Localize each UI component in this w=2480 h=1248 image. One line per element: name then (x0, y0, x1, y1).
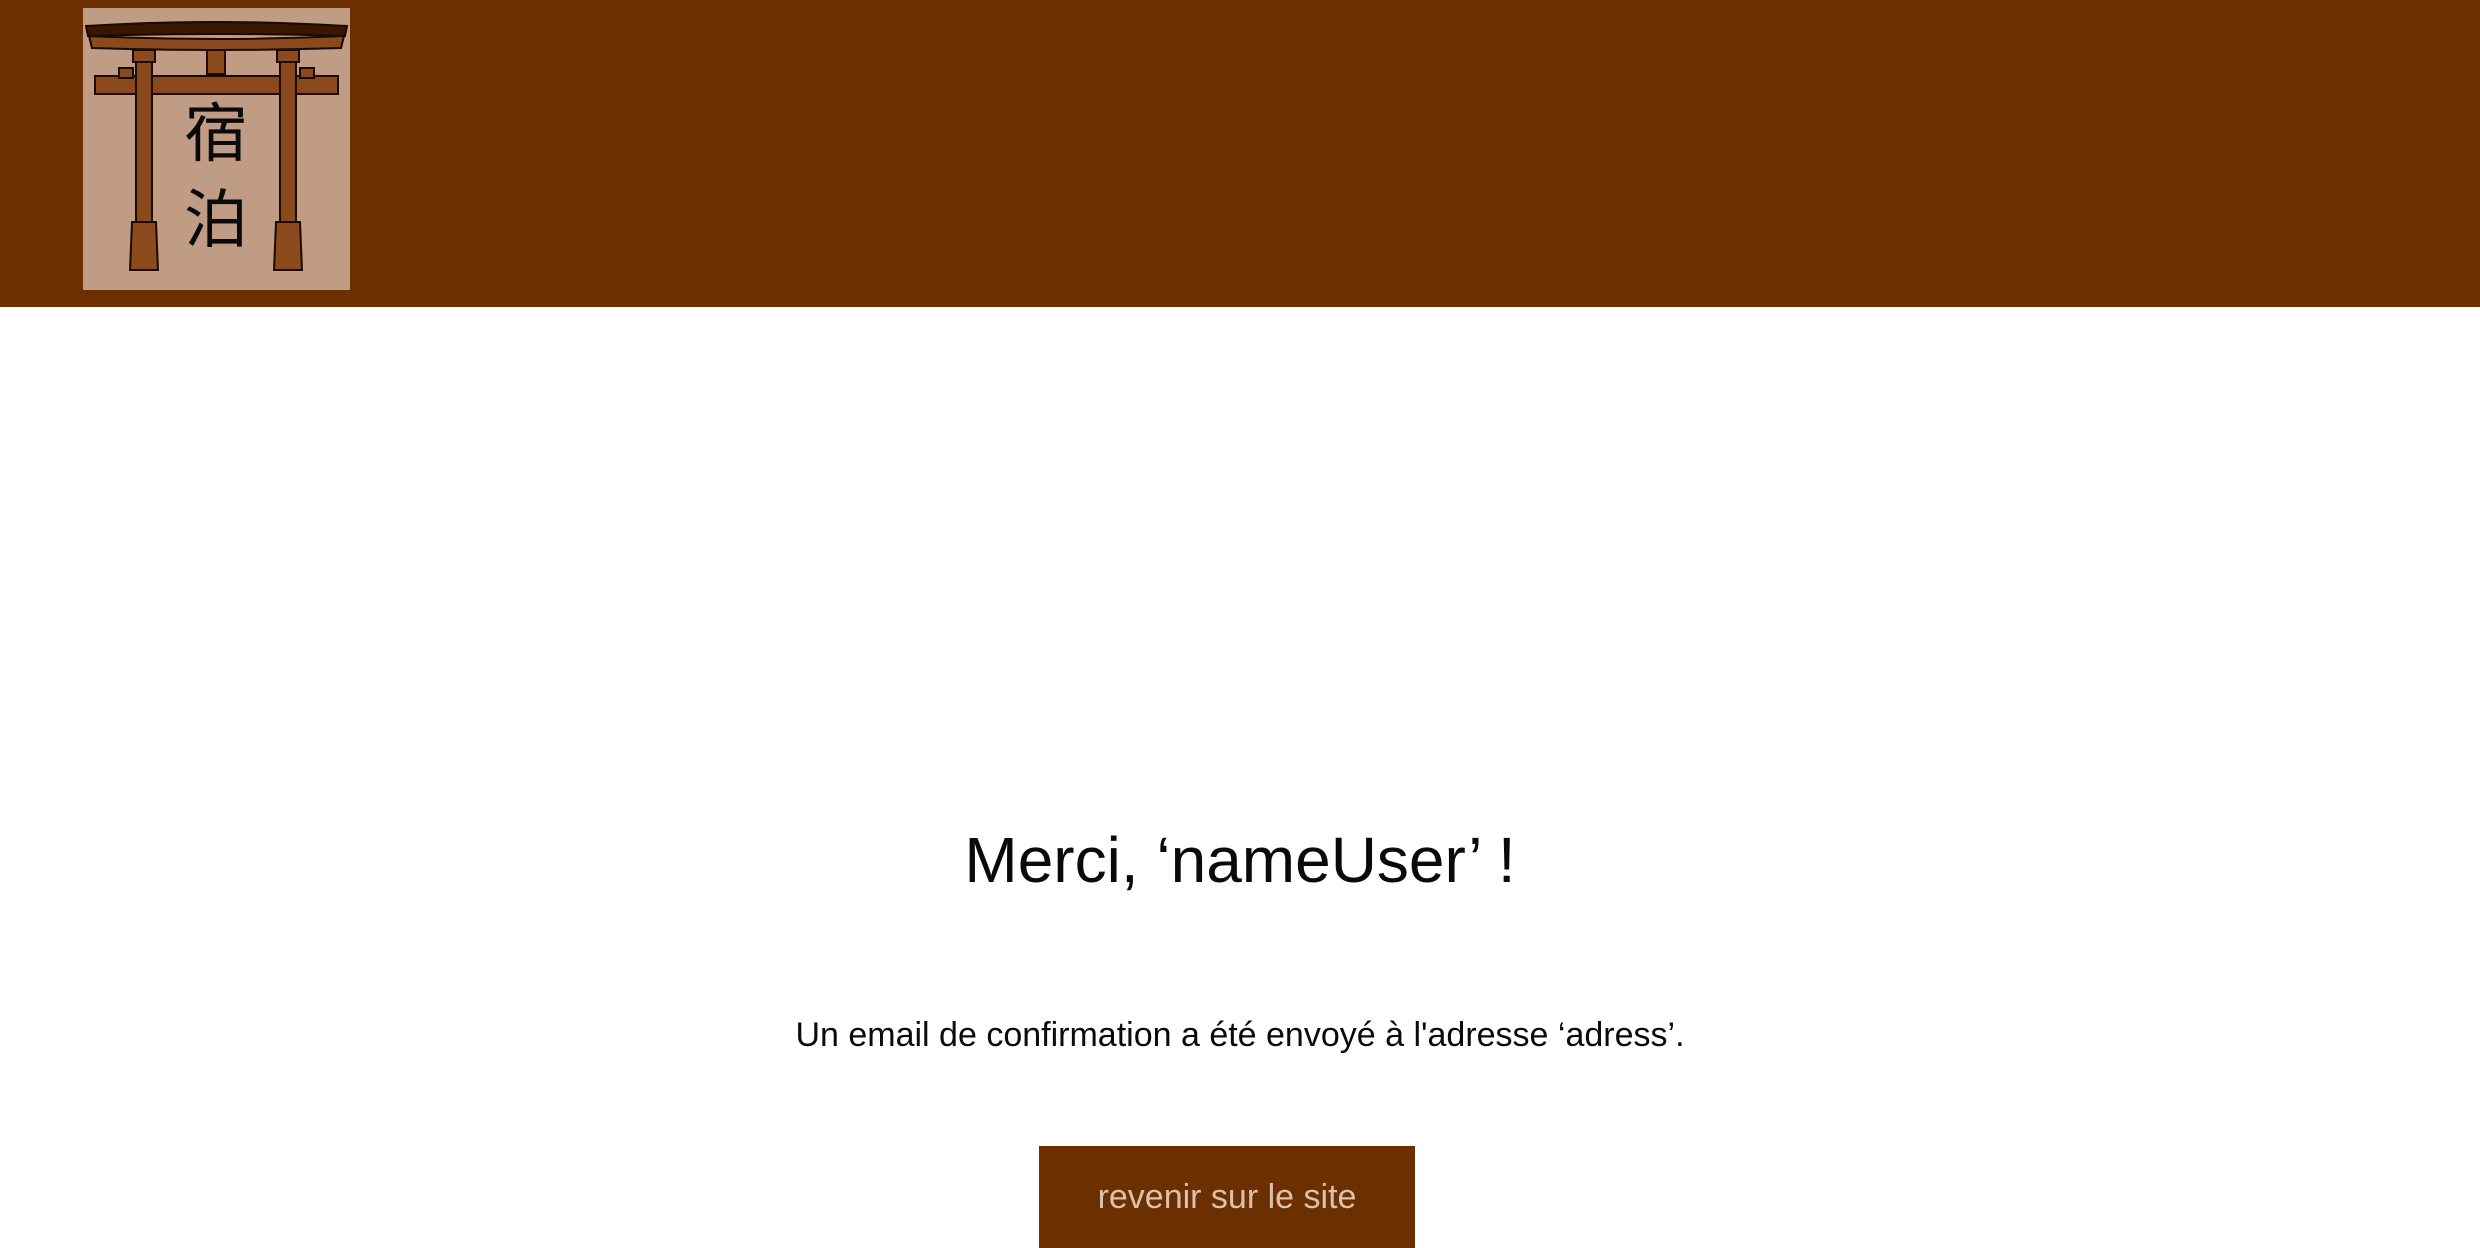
confirmation-panel (0, 307, 2480, 1248)
confirmation-message: Un email de confirmation a été envoyé à … (795, 1016, 1685, 1054)
page-title: Merci, ‘nameUser’ ! (964, 824, 1516, 896)
logo-kanji-bottom: 泊 (184, 184, 248, 258)
logo-kanji-top: 宿 (184, 98, 248, 172)
back-to-site-button[interactable]: revenir sur le site (1039, 1146, 1415, 1248)
torii-gate-icon: 宿 泊 (84, 21, 349, 271)
site-header: 宿 泊 (0, 0, 2480, 307)
site-logo[interactable]: 宿 泊 (83, 8, 350, 290)
